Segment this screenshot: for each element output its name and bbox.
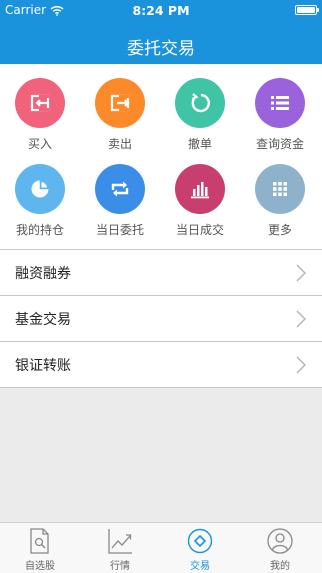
chevron-right-icon — [296, 356, 306, 374]
tab-trade[interactable]: 交易 — [160, 523, 240, 573]
menu-list: 融资融券 基金交易 银证转账 — [0, 249, 322, 388]
buy-in-icon — [30, 94, 50, 112]
bar-chart-icon — [191, 182, 209, 199]
status-time: 8:24 PM — [132, 3, 190, 18]
action-my-positions[interactable]: 我的持仓 — [0, 164, 80, 238]
menu-row-label: 基金交易 — [15, 312, 71, 328]
page-title: 委托交易 — [127, 39, 195, 59]
action-icon-bg — [15, 164, 65, 214]
market-trend-icon — [108, 529, 132, 554]
action-today-orders[interactable]: 当日委托 — [80, 164, 160, 238]
chevron-right-icon — [296, 310, 306, 328]
action-icon-bg — [255, 78, 305, 128]
action-label: 撤单 — [187, 137, 212, 151]
action-label: 我的持仓 — [15, 223, 64, 237]
action-icon-bg — [95, 164, 145, 214]
menu-row-label: 融资融券 — [15, 266, 71, 282]
sell-out-icon — [110, 94, 130, 112]
status-bar: Carrier 8:24 PM — [0, 0, 322, 22]
profile-icon — [267, 528, 293, 554]
trade-icon — [187, 528, 213, 554]
menu-row-fund-trading[interactable]: 基金交易 — [0, 295, 322, 341]
fund-list-icon — [271, 96, 289, 110]
action-icon-bg — [175, 78, 225, 128]
pie-chart-icon — [31, 180, 49, 198]
action-icon-bg — [95, 78, 145, 128]
tab-label: 行情 — [110, 561, 130, 572]
action-label: 当日委托 — [95, 223, 144, 237]
action-label: 查询资金 — [255, 137, 304, 151]
tab-label: 我的 — [270, 561, 290, 572]
chevron-right-icon — [296, 264, 306, 282]
action-label: 卖出 — [107, 137, 132, 151]
nav-header: Carrier 8:24 PM 委托交易 — [0, 0, 322, 64]
action-icon-bg — [15, 78, 65, 128]
action-label: 买入 — [27, 137, 52, 151]
action-icon-bg — [255, 164, 305, 214]
tab-bar: 自选股 行情 交易 我的 — [0, 522, 322, 573]
action-more[interactable]: 更多 — [240, 164, 320, 238]
menu-row-bank-transfer[interactable]: 银证转账 — [0, 341, 322, 388]
action-icon-bg — [175, 164, 225, 214]
menu-row-label: 银证转账 — [15, 358, 71, 374]
action-sell[interactable]: 卖出 — [80, 78, 160, 152]
cancel-order-icon — [191, 93, 210, 113]
repeat-icon — [111, 181, 129, 197]
battery-icon — [295, 5, 319, 15]
grid-more-icon — [273, 182, 287, 196]
action-label: 更多 — [267, 223, 292, 237]
tab-label: 交易 — [190, 561, 210, 572]
watchlist-icon — [30, 528, 49, 554]
action-label: 当日成交 — [175, 223, 224, 237]
tab-watchlist[interactable]: 自选股 — [0, 523, 80, 573]
menu-row-margin-trading[interactable]: 融资融券 — [0, 249, 322, 295]
action-query-funds[interactable]: 查询资金 — [240, 78, 320, 152]
action-today-deals[interactable]: 当日成交 — [160, 164, 240, 238]
action-grid: 买入 卖出 撤单 查询资金 我的持仓 当日委托 当日成交 更多 — [0, 64, 322, 249]
tab-market[interactable]: 行情 — [80, 523, 160, 573]
tab-profile[interactable]: 我的 — [240, 523, 320, 573]
action-buy[interactable]: 买入 — [0, 78, 80, 152]
tab-label: 自选股 — [25, 561, 55, 572]
action-cancel-order[interactable]: 撤单 — [160, 78, 240, 152]
